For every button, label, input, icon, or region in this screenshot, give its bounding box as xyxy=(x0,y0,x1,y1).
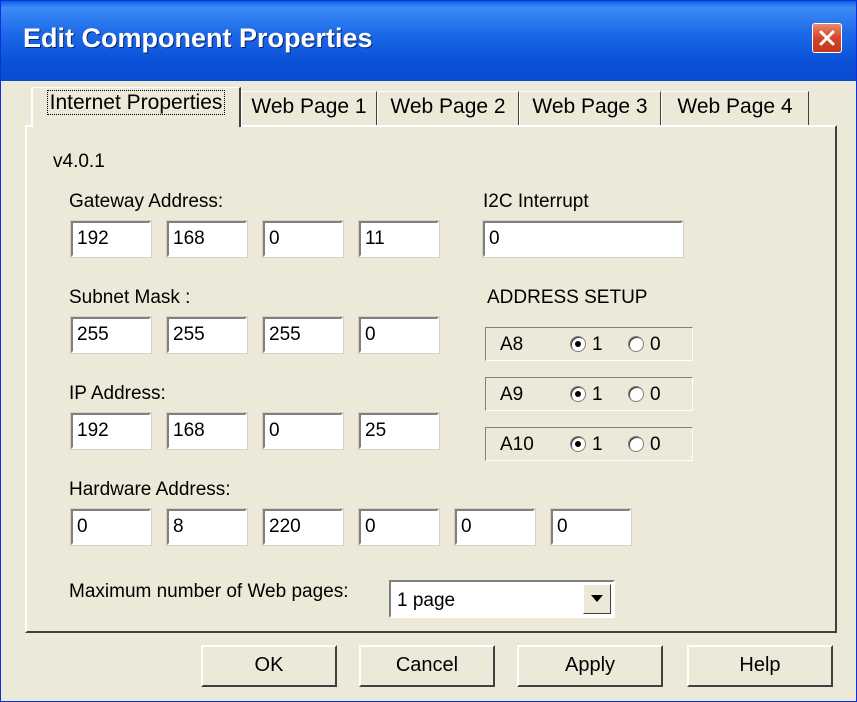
ip-address-label: IP Address: xyxy=(69,383,166,404)
max-web-pages-label: Maximum number of Web pages: xyxy=(69,581,349,602)
title-bar[interactable]: Edit Component Properties xyxy=(1,1,856,81)
tab-web-page-4[interactable]: Web Page 4 xyxy=(661,91,809,125)
tab-internet-properties[interactable]: Internet Properties xyxy=(31,87,241,127)
a8-radio-0[interactable] xyxy=(628,336,644,352)
gateway-octet-1[interactable]: 192 xyxy=(70,220,152,258)
edit-component-properties-dialog: Edit Component Properties Internet Prope… xyxy=(0,0,857,702)
gateway-octet-4[interactable]: 11 xyxy=(358,220,440,258)
a10-radio-0-label: 0 xyxy=(650,434,661,455)
max-web-pages-value: 1 page xyxy=(397,590,456,611)
ok-button[interactable]: OK xyxy=(201,645,337,687)
a10-radio-1[interactable] xyxy=(570,436,586,452)
gateway-octet-3[interactable]: 0 xyxy=(262,220,344,258)
address-setup-label: ADDRESS SETUP xyxy=(487,287,648,308)
window-title: Edit Component Properties xyxy=(23,23,373,53)
subnet-octet-1[interactable]: 255 xyxy=(70,316,152,354)
close-button[interactable] xyxy=(812,23,842,53)
subnet-octet-2[interactable]: 255 xyxy=(166,316,248,354)
chevron-down-icon xyxy=(591,595,603,602)
dropdown-button[interactable] xyxy=(583,584,611,614)
a9-radio-0[interactable] xyxy=(628,386,644,402)
subnet-octet-3[interactable]: 255 xyxy=(262,316,344,354)
i2c-interrupt-label: I2C Interrupt xyxy=(483,191,589,212)
address-row-name: A8 xyxy=(500,334,524,355)
address-row-name: A9 xyxy=(500,384,524,405)
hardware-octet-6[interactable]: 0 xyxy=(550,508,632,546)
max-web-pages-select[interactable]: 1 page xyxy=(389,580,615,618)
address-row-a10: A10 1 0 xyxy=(485,427,693,461)
hardware-address-label: Hardware Address: xyxy=(69,479,231,500)
hardware-octet-5[interactable]: 0 xyxy=(454,508,536,546)
tab-web-page-3[interactable]: Web Page 3 xyxy=(519,91,661,125)
a10-radio-1-label: 1 xyxy=(592,434,603,455)
subnet-mask-label: Subnet Mask : xyxy=(69,287,191,308)
gateway-address-label: Gateway Address: xyxy=(69,191,224,212)
a10-radio-0[interactable] xyxy=(628,436,644,452)
tab-web-page-2[interactable]: Web Page 2 xyxy=(377,91,519,125)
address-row-a8: A8 1 0 xyxy=(485,327,693,361)
i2c-interrupt-field[interactable]: 0 xyxy=(482,220,684,258)
a9-radio-1-label: 1 xyxy=(592,384,603,405)
close-icon xyxy=(819,30,835,46)
internet-properties-panel: v4.0.1 Gateway Address: 192 168 0 11 I2C… xyxy=(25,125,837,633)
ip-octet-1[interactable]: 192 xyxy=(70,412,152,450)
ip-octet-2[interactable]: 168 xyxy=(166,412,248,450)
cancel-button[interactable]: Cancel xyxy=(359,645,495,687)
a9-radio-0-label: 0 xyxy=(650,384,661,405)
hardware-octet-1[interactable]: 0 xyxy=(70,508,152,546)
help-button[interactable]: Help xyxy=(687,645,833,687)
hardware-octet-3[interactable]: 220 xyxy=(262,508,344,546)
hardware-octet-2[interactable]: 8 xyxy=(166,508,248,546)
apply-button[interactable]: Apply xyxy=(517,645,663,687)
subnet-octet-4[interactable]: 0 xyxy=(358,316,440,354)
hardware-octet-4[interactable]: 0 xyxy=(358,508,440,546)
ip-octet-3[interactable]: 0 xyxy=(262,412,344,450)
a8-radio-1-label: 1 xyxy=(592,334,603,355)
ip-octet-4[interactable]: 25 xyxy=(358,412,440,450)
gateway-octet-2[interactable]: 168 xyxy=(166,220,248,258)
address-row-name: A10 xyxy=(500,434,534,455)
a8-radio-1[interactable] xyxy=(570,336,586,352)
a9-radio-1[interactable] xyxy=(570,386,586,402)
tab-web-page-1[interactable]: Web Page 1 xyxy=(241,91,377,125)
a8-radio-0-label: 0 xyxy=(650,334,661,355)
address-row-a9: A9 1 0 xyxy=(485,377,693,411)
version-label: v4.0.1 xyxy=(53,151,105,172)
